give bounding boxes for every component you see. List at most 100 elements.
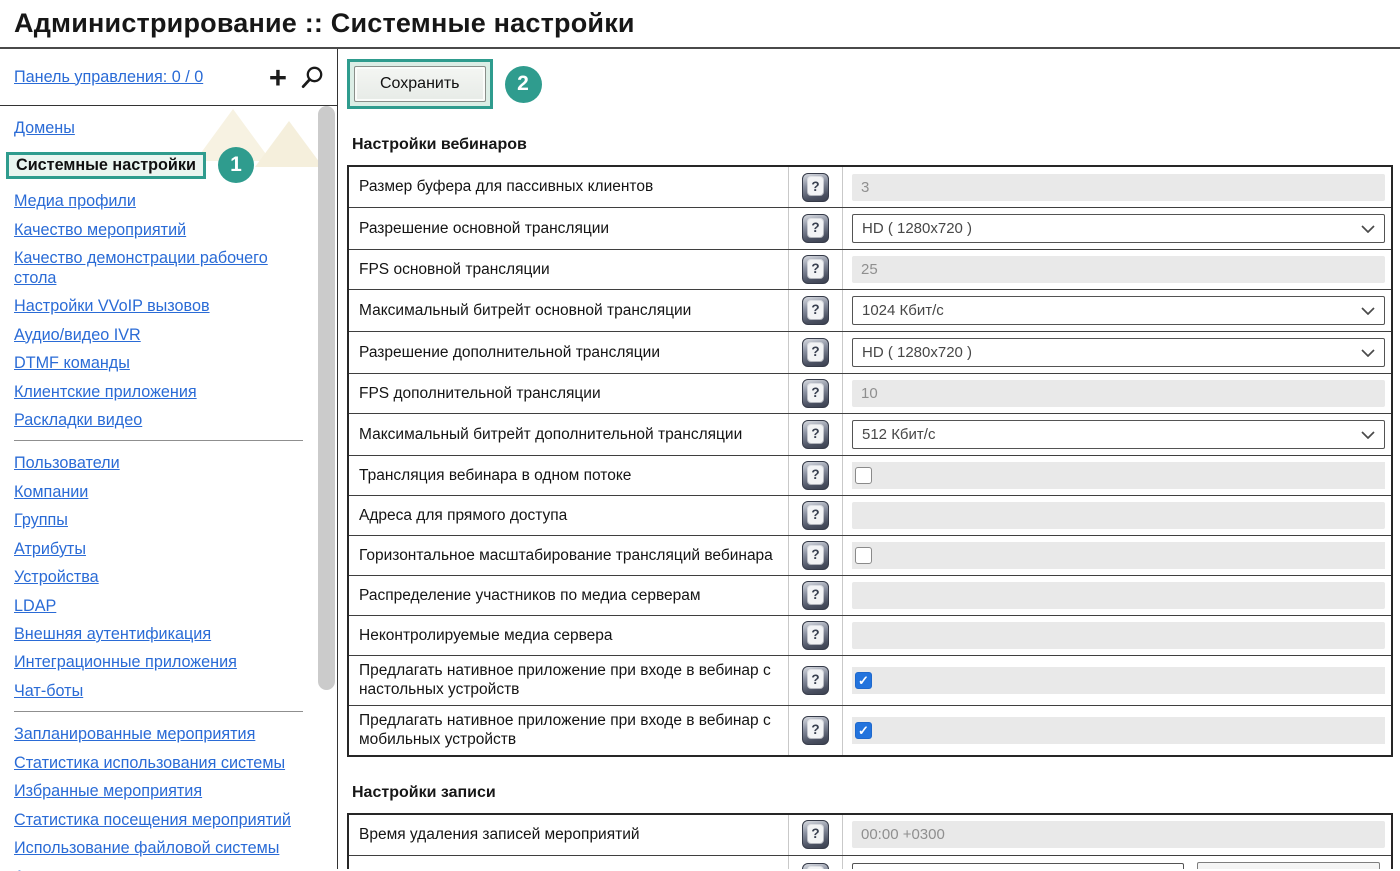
setting-select[interactable]: 512 Кбит/с [852,420,1385,449]
setting-control: 00:00 +0300 [843,815,1391,855]
sidebar-group-divider [14,440,303,441]
setting-checkbox[interactable] [855,467,872,484]
setting-checkbox[interactable] [855,722,872,739]
help-button[interactable]: ? [802,338,829,367]
help-icon: ? [808,177,823,195]
settings-sections: Настройки вебинаровРазмер буфера для пас… [347,136,1393,869]
help-icon: ? [808,546,823,564]
search-icon[interactable] [300,65,325,90]
select-value: HD ( 1280x720 ) [862,344,972,361]
help-button[interactable]: ? [802,420,829,449]
add-icon[interactable]: + [269,62,287,93]
setting-control: 1024 Кбит/с [843,290,1391,331]
checkbox-strip [852,542,1385,569]
help-button[interactable]: ? [802,461,829,490]
help-button[interactable]: ? [802,863,829,870]
help-button[interactable]: ? [802,501,829,530]
default-button[interactable]: По умолчанию [1197,862,1380,870]
help-button[interactable]: ? [802,716,829,745]
settings-row: Распределение участников по медиа сервер… [349,575,1391,615]
help-button[interactable]: ? [802,296,829,325]
settings-row: Горизонтальное масштабирование трансляци… [349,535,1391,575]
help-button[interactable]: ? [802,173,829,202]
setting-label: Время удаления записей мероприятий [349,815,789,855]
sidebar-item[interactable]: Качество демонстрации рабочего стола [14,249,307,288]
help-button[interactable]: ? [802,379,829,408]
setting-input-disabled: 00:00 +0300 [852,821,1385,848]
settings-row: FPS основной трансляции?25 [349,249,1391,289]
help-cell: ? [789,576,843,615]
setting-checkbox[interactable] [855,547,872,564]
sidebar-item-current[interactable]: Системные настройки [6,152,206,179]
help-button[interactable]: ? [802,666,829,695]
sidebar-item[interactable]: Чат-боты [14,682,307,701]
setting-label: Адреса для прямого доступа [349,496,789,535]
page-header: Администрирование :: Системные настройки [0,0,1400,49]
settings-table: Размер буфера для пассивных клиентов?3Ра… [347,165,1393,757]
setting-select[interactable]: 1024 Кбит/с [852,296,1385,325]
setting-label: Предлагать нативное приложение при входе… [349,656,789,705]
sidebar-item[interactable]: Группы [14,511,307,530]
setting-checkbox[interactable] [855,672,872,689]
sidebar-item[interactable]: Избранные мероприятия [14,782,307,801]
sidebar-item[interactable]: Медиа профили [14,192,307,211]
help-button[interactable]: ? [802,820,829,849]
help-cell: ? [789,706,843,755]
setting-control: 10 [843,374,1391,413]
sidebar-item[interactable]: Использование файловой системы [14,839,307,858]
sidebar-item[interactable]: Внешняя аутентификация [14,625,307,644]
help-cell: ? [789,332,843,373]
sidebar-item[interactable]: Аудио/видео IVR [14,326,307,345]
settings-row: Максимальный битрейт основной трансляции… [349,289,1391,331]
control-panel-link[interactable]: Панель управления: 0 / 0 [14,68,203,87]
settings-row: FPS дополнительной трансляции?10 [349,373,1391,413]
settings-row: Предлагать нативное приложение при входе… [349,655,1391,705]
sidebar-item[interactable]: Устройства [14,568,307,587]
sidebar-item[interactable]: Компании [14,483,307,502]
setting-select[interactable]: HD ( 1280x720 ) [852,214,1385,243]
checkbox-strip [852,667,1385,694]
help-button[interactable]: ? [802,621,829,650]
sidebar-item[interactable]: LDAP [14,597,307,616]
help-button[interactable]: ? [802,214,829,243]
checkbox-strip [852,462,1385,489]
sidebar-item[interactable]: Статистика использования системы [14,754,307,773]
help-button[interactable]: ? [802,255,829,284]
help-cell: ? [789,167,843,207]
help-cell: ? [789,856,843,870]
sidebar-item[interactable]: Клиентские приложения [14,383,307,402]
help-cell: ? [789,536,843,575]
sidebar-item[interactable]: Статистика посещения мероприятий [14,811,307,830]
sidebar-body: ДоменыСистемные настройки1Медиа профилиК… [0,106,337,868]
content: Панель управления: 0 / 0 + Домены Системн… [0,49,1400,869]
sidebar-item[interactable]: Настройки VVoIP вызовов [14,297,307,316]
section-title: Настройки записи [352,784,1393,802]
sidebar-item[interactable]: Пользователи [14,454,307,473]
sidebar-scrollbar[interactable] [318,106,335,868]
setting-label: Предлагать нативное приложение при входе… [349,706,789,755]
setting-select[interactable]: HD [852,863,1184,870]
settings-row: Трансляция вебинара в одном потоке? [349,455,1391,495]
help-icon: ? [808,825,823,843]
help-button[interactable]: ? [802,541,829,570]
sidebar-item[interactable]: Домены [14,119,307,138]
setting-label: Неконтролируемые медиа сервера [349,616,789,655]
help-button[interactable]: ? [802,581,829,610]
setting-input-disabled: 3 [852,174,1385,201]
help-cell: ? [789,290,843,331]
sidebar-item[interactable]: Запланированные мероприятия [14,725,307,744]
sidebar-item[interactable]: Интеграционные приложения [14,653,307,672]
select-value: HD [862,869,884,870]
sidebar-item[interactable]: Атрибуты [14,540,307,559]
sidebar-item[interactable]: Активные пользователи [14,868,307,871]
scrollbar-thumb[interactable] [318,106,335,690]
sidebar-item[interactable]: Раскладки видео [14,411,307,430]
sidebar-item[interactable]: Качество мероприятий [14,221,307,240]
settings-row: Разрешение основной трансляции?HD ( 1280… [349,207,1391,249]
sidebar-item[interactable]: DTMF команды [14,354,307,373]
setting-select[interactable]: HD ( 1280x720 ) [852,338,1385,367]
setting-control: HD ( 1280x720 ) [843,332,1391,373]
setting-input-disabled [852,502,1385,529]
save-button[interactable]: Сохранить [354,66,486,102]
setting-control: HD По умолчанию [843,856,1391,870]
